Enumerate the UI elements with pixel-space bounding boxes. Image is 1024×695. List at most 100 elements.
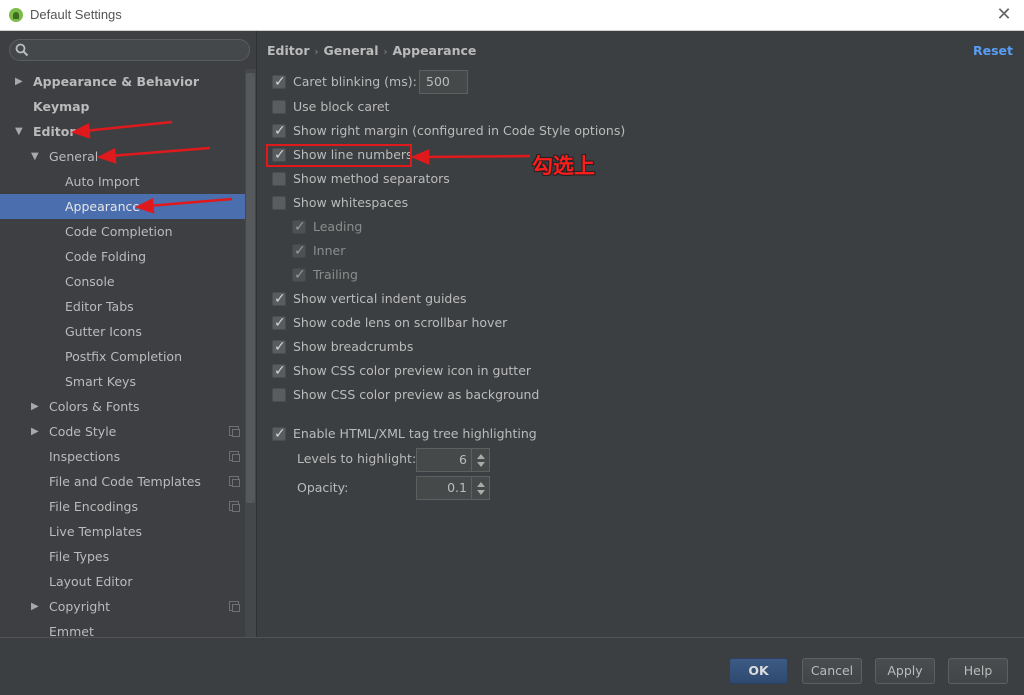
checkbox[interactable] [272,424,286,444]
checkbox[interactable] [272,100,286,114]
checkbox-label: Show CSS color preview icon in gutter [293,363,532,378]
sidebar-item-appearance[interactable]: Appearance [0,194,245,219]
sidebar-item-label: Gutter Icons [65,324,142,339]
sidebar-item-label: Inspections [49,449,121,464]
close-icon[interactable]: ✕ [994,5,1014,25]
checkbox[interactable] [272,361,286,381]
checkbox[interactable] [272,289,286,309]
checkbox-label: Show right margin (configured in Code St… [293,123,626,138]
checkbox-label: Trailing [313,267,358,282]
checkbox[interactable] [292,241,306,261]
sidebar-item-label: Code Style [49,424,117,439]
project-settings-icon [229,451,240,462]
sidebar-scrollbar[interactable] [246,73,255,503]
opacity-spinner[interactable]: 0.1 [416,476,490,500]
search-input[interactable] [34,42,244,58]
checkbox-label: Inner [313,243,346,258]
sidebar-item-postfix-completion[interactable]: Postfix Completion [0,344,245,369]
dialog-footer: OK Cancel Apply Help [0,637,1024,695]
checkbox[interactable] [292,265,306,285]
sidebar-item-live-templates[interactable]: Live Templates [0,519,245,544]
sidebar-item-label: Code Folding [65,249,147,264]
sidebar-item-editor[interactable]: ▼ Editor [0,119,245,144]
ok-button[interactable]: OK [729,658,788,684]
checkbox[interactable] [272,196,286,210]
sidebar-item-label: Live Templates [49,524,143,539]
breadcrumb-item: General [323,43,379,58]
levels-value: 6 [459,452,467,467]
reset-link[interactable]: Reset [973,43,1013,58]
sidebar-item-smart-keys[interactable]: Smart Keys [0,369,245,394]
checkbox-label: Show CSS color preview as background [293,387,540,402]
sidebar-item-file-and-code-templates[interactable]: File and Code Templates [0,469,245,494]
window-title: Default Settings [30,7,122,22]
sidebar-item-code-completion[interactable]: Code Completion [0,219,245,244]
sidebar-item-label: File and Code Templates [49,474,201,489]
sidebar-item-console[interactable]: Console [0,269,245,294]
breadcrumb-separator: › [314,47,319,58]
checkbox[interactable] [272,313,286,333]
sidebar-item-label: General [49,149,99,164]
project-settings-icon [229,501,240,512]
checkbox[interactable] [272,388,286,402]
checkbox-label: Show method separators [293,171,450,186]
sidebar-item-editor-tabs[interactable]: Editor Tabs [0,294,245,319]
sidebar-item-inspections[interactable]: Inspections [0,444,245,469]
help-button[interactable]: Help [948,658,1008,684]
highlight-box [266,144,412,167]
sidebar-item-label: Appearance & Behavior [33,74,199,89]
expand-arrow-icon[interactable]: ▼ [15,119,27,144]
checkbox-label: Enable HTML/XML tag tree highlighting [293,426,537,441]
collapse-arrow-icon[interactable]: ▶ [15,69,27,94]
sidebar-item-label: Keymap [33,99,90,114]
sidebar-item-appearance-behavior[interactable]: ▶ Appearance & Behavior [0,69,245,94]
collapse-arrow-icon[interactable]: ▶ [31,419,43,444]
annotation-text: 勾选上 [532,154,595,178]
checkbox[interactable] [272,72,286,92]
sidebar-item-auto-import[interactable]: Auto Import [0,169,245,194]
caret-blinking-input[interactable]: 500 [419,70,468,94]
checkbox-label: Caret blinking (ms): [293,74,417,89]
sidebar-item-label: Console [65,274,115,289]
sidebar-item-label: File Types [49,549,110,564]
sidebar-item-code-folding[interactable]: Code Folding [0,244,245,269]
project-settings-icon [229,601,240,612]
sidebar-item-code-style[interactable]: ▶ Code Style [0,419,245,444]
title-bar: Default Settings ✕ [0,0,1024,31]
levels-spinner[interactable]: 6 [416,448,490,472]
sidebar-item-copyright[interactable]: ▶ Copyright [0,594,245,619]
sidebar-item-file-types[interactable]: File Types [0,544,245,569]
expand-arrow-icon[interactable]: ▼ [31,144,43,169]
sidebar-item-label: Smart Keys [65,374,136,389]
settings-sidebar: ▶ Appearance & Behavior Keymap ▼ Editor ▼ Gene… [0,31,257,639]
sidebar-item-label: Appearance [65,199,141,214]
sidebar-item-file-encodings[interactable]: File Encodings [0,494,245,519]
checkbox[interactable] [272,172,286,186]
collapse-arrow-icon[interactable]: ▶ [31,594,43,619]
sidebar-item-label: Editor [33,124,76,139]
checkbox[interactable] [272,337,286,357]
sidebar-item-colors-fonts[interactable]: ▶ Colors & Fonts [0,394,245,419]
breadcrumb-item: Appearance [392,43,477,58]
spinner-arrows-icon[interactable] [471,449,489,471]
sidebar-item-label: Editor Tabs [65,299,134,314]
sidebar-item-label: Colors & Fonts [49,399,140,414]
collapse-arrow-icon[interactable]: ▶ [31,394,43,419]
sidebar-item-keymap[interactable]: Keymap [0,94,245,119]
sidebar-item-layout-editor[interactable]: Layout Editor [0,569,245,594]
breadcrumb-separator: › [383,47,388,58]
breadcrumb: Editor › General › Appearance [267,43,476,58]
checkbox-label: Show breadcrumbs [293,339,414,354]
spinner-arrows-icon[interactable] [471,477,489,499]
checkbox-label: Use block caret [293,99,390,114]
cancel-button[interactable]: Cancel [802,658,862,684]
breadcrumb-item: Editor [267,43,310,58]
checkbox[interactable] [292,217,306,237]
checkbox[interactable] [272,121,286,141]
apply-button[interactable]: Apply [875,658,935,684]
sidebar-item-gutter-icons[interactable]: Gutter Icons [0,319,245,344]
sidebar-item-general[interactable]: ▼ General [0,144,245,169]
search-box[interactable] [9,39,250,61]
sidebar-item-label: Layout Editor [49,574,133,589]
settings-content: Editor › General › Appearance Reset Caret bl… [258,31,1024,637]
